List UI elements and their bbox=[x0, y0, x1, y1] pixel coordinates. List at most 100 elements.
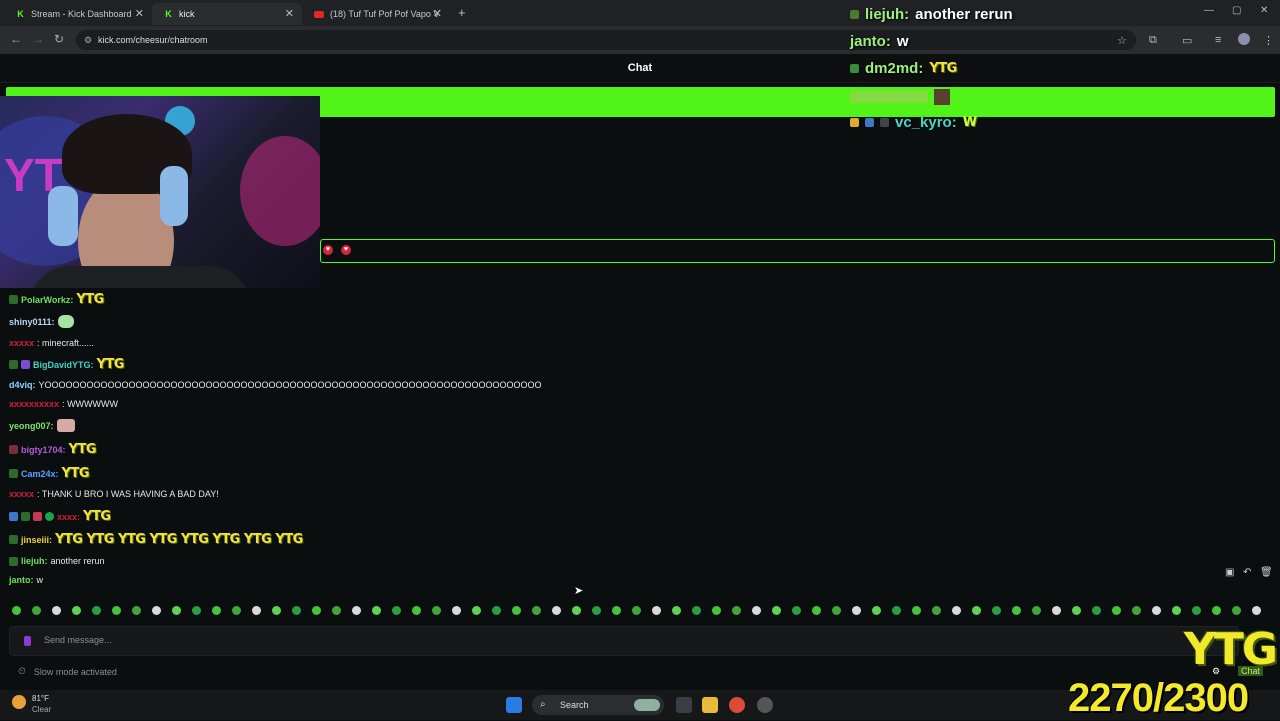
task-view-icon[interactable] bbox=[676, 697, 692, 713]
emote-icon[interactable] bbox=[252, 606, 261, 615]
emote-icon[interactable] bbox=[112, 606, 121, 615]
chat-username[interactable]: janto: bbox=[9, 575, 34, 585]
tab-kick[interactable]: K kick ✕ bbox=[152, 3, 302, 25]
emote-icon[interactable] bbox=[672, 606, 681, 615]
close-icon[interactable]: ✕ bbox=[433, 7, 442, 20]
extensions-icon[interactable]: ⧉ bbox=[1149, 34, 1157, 47]
emote-icon[interactable] bbox=[492, 606, 501, 615]
url-field[interactable]: ⚙ kick.com/cheesur/chatroom bbox=[76, 30, 1136, 50]
emote-icon[interactable] bbox=[852, 606, 861, 615]
site-info-icon[interactable]: ⚙ bbox=[84, 30, 92, 50]
emote-icon[interactable] bbox=[272, 606, 281, 615]
emote-icon[interactable] bbox=[12, 606, 21, 615]
tab-kick-dashboard[interactable]: K Stream - Kick Dashboard ✕ bbox=[4, 3, 152, 25]
chat-username[interactable]: xxxxx bbox=[9, 338, 34, 348]
emote-icon[interactable] bbox=[172, 606, 181, 615]
pin-icon[interactable]: ▣ bbox=[1225, 567, 1234, 578]
emote-icon[interactable] bbox=[952, 606, 961, 615]
emote-icon[interactable] bbox=[972, 606, 981, 615]
emote-icon[interactable] bbox=[52, 606, 61, 615]
chat-username[interactable]: shiny0111: bbox=[9, 317, 55, 327]
new-tab-icon[interactable]: + bbox=[458, 5, 466, 20]
emote-icon[interactable] bbox=[552, 606, 561, 615]
chat-username[interactable]: Cam24x: bbox=[21, 469, 59, 479]
emote-icon[interactable] bbox=[472, 606, 481, 615]
emote-icon[interactable] bbox=[992, 606, 1001, 615]
emote-icon[interactable] bbox=[1132, 606, 1141, 615]
close-window-icon[interactable]: ✕ bbox=[1260, 5, 1268, 16]
emote-icon[interactable] bbox=[72, 606, 81, 615]
emote-icon[interactable] bbox=[572, 606, 581, 615]
message-input[interactable]: Send message... bbox=[9, 626, 1239, 656]
emote-icon[interactable] bbox=[1092, 606, 1101, 615]
chat-username[interactable]: liejuh: bbox=[21, 556, 48, 566]
emote-icon[interactable] bbox=[1032, 606, 1041, 615]
emote-icon[interactable] bbox=[1192, 606, 1201, 615]
emote-icon[interactable] bbox=[752, 606, 761, 615]
emote-icon[interactable] bbox=[292, 606, 301, 615]
emote-icon[interactable] bbox=[392, 606, 401, 615]
close-icon[interactable]: ✕ bbox=[285, 7, 294, 20]
emote-icon[interactable] bbox=[792, 606, 801, 615]
emote-icon[interactable] bbox=[512, 606, 521, 615]
reload-icon[interactable]: ↻ bbox=[54, 32, 64, 46]
emote-icon[interactable] bbox=[772, 606, 781, 615]
emote-icon[interactable] bbox=[1212, 606, 1221, 615]
emote-icon[interactable] bbox=[92, 606, 101, 615]
emote-icon[interactable] bbox=[732, 606, 741, 615]
undo-icon[interactable]: ↶ bbox=[1243, 567, 1251, 578]
back-icon[interactable]: ← bbox=[10, 32, 22, 46]
minimize-icon[interactable]: — bbox=[1204, 5, 1214, 16]
chat-username[interactable]: PolarWorkz: bbox=[21, 295, 73, 305]
emote-icon[interactable] bbox=[412, 606, 421, 615]
emote-icon[interactable] bbox=[1172, 606, 1181, 615]
maximize-icon[interactable]: ▢ bbox=[1232, 5, 1241, 16]
emote-icon[interactable] bbox=[1252, 606, 1261, 615]
emote-icon[interactable] bbox=[532, 606, 541, 615]
cast-icon[interactable]: ▭ bbox=[1182, 34, 1192, 47]
bookmark-star-icon[interactable]: ☆ bbox=[1117, 34, 1127, 47]
menu-icon[interactable]: ≡ bbox=[1215, 34, 1221, 46]
emote-icon[interactable] bbox=[1112, 606, 1121, 615]
emote-icon[interactable] bbox=[612, 606, 621, 615]
emote-icon[interactable] bbox=[652, 606, 661, 615]
tab-youtube[interactable]: (18) Tuf Tuf Pof Pof Vapo V ✕ bbox=[302, 3, 450, 25]
emote-icon[interactable] bbox=[1072, 606, 1081, 615]
emote-icon[interactable] bbox=[872, 606, 881, 615]
emote-icon[interactable] bbox=[312, 606, 321, 615]
avatar[interactable] bbox=[1238, 33, 1250, 45]
chat-username[interactable]: yeong007: bbox=[9, 421, 54, 431]
more-vert-icon[interactable]: ⋮ bbox=[1263, 34, 1274, 47]
chat-username[interactable]: jinseiii: bbox=[21, 535, 52, 545]
close-icon[interactable]: ✕ bbox=[135, 7, 144, 20]
chat-username[interactable]: xxxx: bbox=[57, 512, 80, 522]
emote-icon[interactable] bbox=[32, 606, 41, 615]
emote-icon[interactable] bbox=[1012, 606, 1021, 615]
emote-icon[interactable] bbox=[212, 606, 221, 615]
emote-icon[interactable] bbox=[232, 606, 241, 615]
emote-icon[interactable] bbox=[152, 606, 161, 615]
app-icon[interactable] bbox=[757, 697, 773, 713]
emote-icon[interactable] bbox=[352, 606, 361, 615]
emote-icon[interactable] bbox=[192, 606, 201, 615]
chrome-icon[interactable] bbox=[729, 697, 745, 713]
trash-icon[interactable]: 🗑 bbox=[1260, 567, 1273, 578]
chat-username[interactable]: d4viq: bbox=[9, 380, 36, 390]
chat-username[interactable]: bigty1704: bbox=[21, 445, 66, 455]
emote-icon[interactable] bbox=[332, 606, 341, 615]
emote-icon[interactable] bbox=[812, 606, 821, 615]
forward-icon[interactable]: → bbox=[32, 32, 44, 46]
emote-icon[interactable] bbox=[452, 606, 461, 615]
emote-icon[interactable] bbox=[912, 606, 921, 615]
emote-icon[interactable] bbox=[832, 606, 841, 615]
chat-username[interactable]: xxxxx bbox=[9, 489, 34, 499]
emote-icon[interactable] bbox=[432, 606, 441, 615]
emote-picker-icon[interactable] bbox=[24, 636, 31, 646]
chat-username[interactable]: BigDavidYTG: bbox=[33, 360, 94, 370]
chat-username[interactable]: xxxxxxxxxx bbox=[9, 399, 59, 409]
emote-icon[interactable] bbox=[932, 606, 941, 615]
emote-icon[interactable] bbox=[592, 606, 601, 615]
emote-icon[interactable] bbox=[632, 606, 641, 615]
emote-icon[interactable] bbox=[1052, 606, 1061, 615]
emote-icon[interactable] bbox=[372, 606, 381, 615]
